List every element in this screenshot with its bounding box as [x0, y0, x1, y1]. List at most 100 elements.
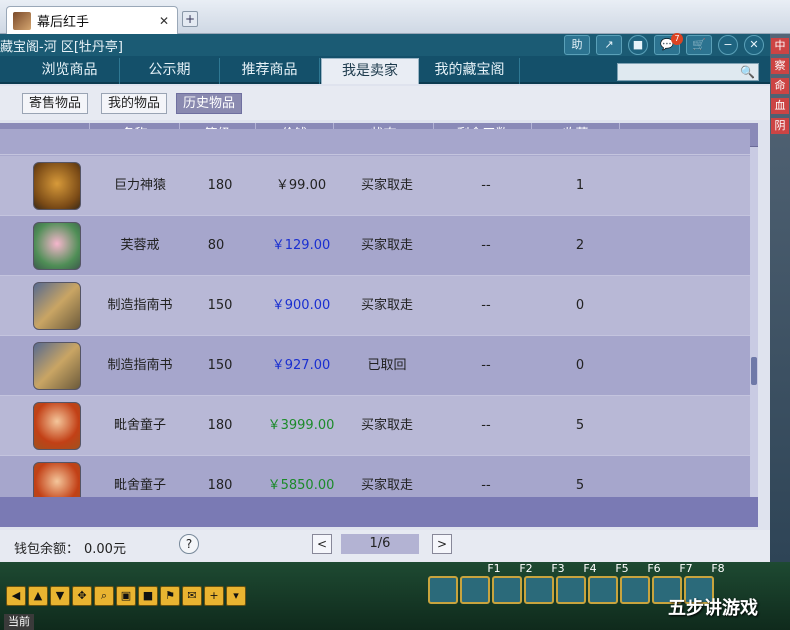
item-name: 制造指南书	[107, 358, 173, 373]
tab-seller[interactable]: 我是卖家	[321, 58, 419, 84]
notification-badge: 7	[671, 33, 683, 45]
item-days: --	[481, 178, 491, 193]
main-nav: 浏览商品 公示期 推荐商品 我是卖家 我的藏宝阁 🔍	[0, 56, 770, 84]
message-button[interactable]: 💬 7	[654, 33, 683, 55]
watermark: 五步讲游戏	[668, 598, 758, 619]
arrow-down-icon[interactable]: ▼	[50, 586, 70, 606]
search-input[interactable]: 🔍	[617, 63, 759, 81]
chat-icon[interactable]: ✉	[182, 586, 202, 606]
wallet-balance: 0.00元	[84, 542, 126, 557]
status-bar: 钱包余额： 0.00元 ? < 1/6 >	[0, 530, 770, 562]
browser-tab-bar: 幕后红手 ✕ +	[0, 0, 790, 34]
arrow-up-icon[interactable]: ▲	[28, 586, 48, 606]
item-name: 巨力神猿	[113, 178, 166, 193]
flag-icon[interactable]: ⚑	[160, 586, 180, 606]
stop-button[interactable]: ■	[628, 35, 648, 55]
game-side-panel: 中 察 命 血 阴	[770, 34, 790, 564]
treasure-pavilion-window: 藏宝阁-河 区[牡丹亭] 助 ↗ ■ 💬 7 🛒 − ✕ 浏览商品 公示期 推荐…	[0, 33, 770, 562]
close-button[interactable]: ✕	[744, 35, 764, 55]
skill-slot[interactable]	[428, 576, 458, 604]
new-tab-button[interactable]: +	[182, 11, 198, 27]
bag-icon[interactable]: ▣	[116, 586, 136, 606]
item-level: 180	[207, 418, 233, 433]
scroll-thumb[interactable]	[751, 357, 757, 385]
table-row-partial	[0, 129, 750, 155]
subtab-my-items[interactable]: 我的物品	[101, 93, 168, 114]
item-level: 150	[207, 358, 233, 373]
fkey-labels: F1 F2 F3 F4 F5 F6 F7 F8	[478, 562, 734, 576]
fkey-label: F6	[647, 562, 661, 575]
skill-slot[interactable]	[492, 576, 522, 604]
item-status: 买家取走	[360, 418, 413, 433]
fkey-label: F8	[711, 562, 725, 575]
table-row[interactable]: 芙蓉戒 80 ￥129.00 买家取走 -- 2	[0, 216, 750, 276]
subtab-consign[interactable]: 寄售物品	[22, 93, 89, 114]
item-fav: 1	[575, 178, 585, 193]
item-scroll-icon[interactable]	[33, 342, 81, 390]
fkey-label: F7	[679, 562, 693, 575]
search-icon[interactable]: ⌕	[94, 586, 114, 606]
item-fav: 5	[575, 478, 585, 493]
skill-slot[interactable]	[524, 576, 554, 604]
table-row[interactable]: 制造指南书 150 ￥900.00 买家取走 -- 0	[0, 276, 750, 336]
page-next-button[interactable]: >	[432, 534, 452, 554]
item-price: ￥927.00	[271, 358, 331, 373]
item-status: 买家取走	[360, 178, 413, 193]
side-mark: 察	[771, 58, 789, 74]
add-icon[interactable]: +	[204, 586, 224, 606]
page-indicator: 1/6	[341, 534, 419, 554]
item-scroll-icon[interactable]	[33, 282, 81, 330]
item-status: 买家取走	[360, 478, 413, 493]
item-level: 180	[207, 178, 233, 193]
item-fav: 0	[575, 358, 585, 373]
tab-public[interactable]: 公示期	[120, 58, 220, 84]
item-name: 毗舍童子	[113, 478, 166, 493]
fkey-label: F2	[519, 562, 533, 575]
table-scrollbar[interactable]	[750, 147, 758, 497]
item-name: 芙蓉戒	[120, 238, 160, 253]
share-button[interactable]: ↗	[596, 35, 622, 55]
cart-button[interactable]: 🛒	[686, 35, 712, 55]
chat-toolbar: ◀ ▲ ▼ ✥ ⌕ ▣ ■ ⚑ ✉ + ▾	[6, 586, 246, 606]
tab-recommended[interactable]: 推荐商品	[220, 58, 320, 84]
current-channel-tab[interactable]: 当前	[4, 614, 34, 630]
lock-icon[interactable]: ■	[138, 586, 158, 606]
item-price: ￥99.00	[275, 178, 327, 193]
history-table: 名称 等级 价钱 状态 剩余天数 收藏 巨力神猿 180 ￥99.00 买家取走…	[0, 123, 758, 497]
skill-slot[interactable]	[556, 576, 586, 604]
tab-my-pavilion[interactable]: 我的藏宝阁	[420, 58, 520, 84]
browser-tab[interactable]: 幕后红手 ✕	[6, 6, 178, 34]
item-name: 毗舍童子	[113, 418, 166, 433]
page-prev-button[interactable]: <	[312, 534, 332, 554]
table-row[interactable]: 巨力神猿 180 ￥99.00 买家取走 -- 1	[0, 156, 750, 216]
table-row[interactable]: 毗舍童子 180 ￥5850.00 买家取走 -- 5	[0, 456, 750, 497]
item-ape-icon[interactable]	[33, 162, 81, 210]
item-lotus-icon[interactable]	[33, 222, 81, 270]
table-row[interactable]: 制造指南书 150 ￥927.00 已取回 -- 0	[0, 336, 750, 396]
search-icon[interactable]: 🔍	[740, 65, 755, 79]
dropdown-icon[interactable]: ▾	[226, 586, 246, 606]
game-hud: F1 F2 F3 F4 F5 F6 F7 F8 ◀ ▲ ▼ ✥ ⌕ ▣ ■ ⚑ …	[0, 562, 790, 630]
tab-close-icon[interactable]: ✕	[157, 14, 171, 28]
move-icon[interactable]: ✥	[72, 586, 92, 606]
fkey-label: F3	[551, 562, 565, 575]
sub-tabs: 寄售物品 我的物品 历史物品	[0, 86, 770, 120]
item-price: ￥5850.00	[267, 478, 335, 493]
skill-slot[interactable]	[588, 576, 618, 604]
fkey-label: F4	[583, 562, 597, 575]
wallet-label: 钱包余额：	[14, 542, 80, 557]
item-status: 买家取走	[360, 238, 413, 253]
skill-slot[interactable]	[620, 576, 650, 604]
skill-slot[interactable]	[460, 576, 490, 604]
help-icon[interactable]: ?	[179, 534, 199, 554]
minimize-button[interactable]: −	[718, 35, 738, 55]
subtab-history[interactable]: 历史物品	[176, 93, 243, 114]
arrow-left-icon[interactable]: ◀	[6, 586, 26, 606]
help-button[interactable]: 助	[564, 35, 590, 55]
item-boy-icon[interactable]	[33, 462, 81, 497]
item-boy-icon[interactable]	[33, 402, 81, 450]
table-row[interactable]: 毗舍童子 180 ￥3999.00 买家取走 -- 5	[0, 396, 750, 456]
tab-browse[interactable]: 浏览商品	[20, 58, 120, 84]
item-price: ￥900.00	[271, 298, 331, 313]
table-footer	[0, 497, 758, 527]
